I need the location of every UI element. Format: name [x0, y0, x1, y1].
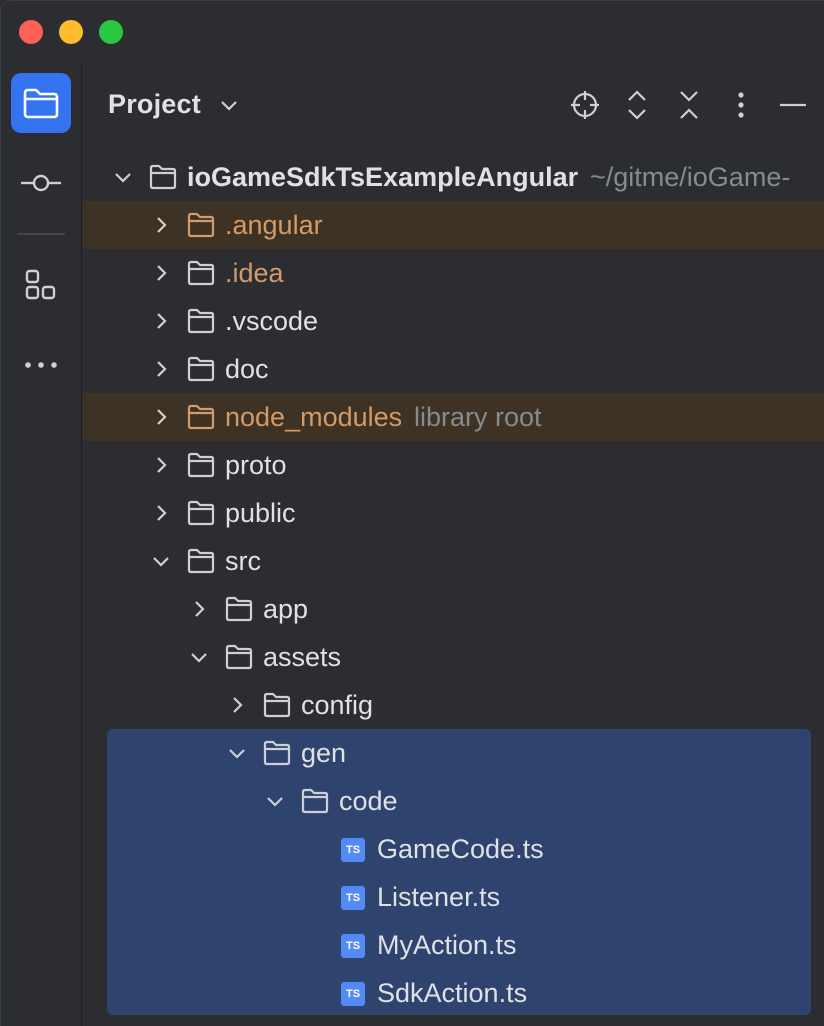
folder-icon	[187, 500, 215, 526]
folder-icon	[263, 740, 291, 766]
tree-item-label: SdkAction.ts	[377, 978, 528, 1008]
tree-item-label: src	[225, 546, 261, 576]
close-window-button[interactable]	[19, 20, 43, 44]
expand-all-icon	[628, 90, 646, 120]
tree-item-folder[interactable]: .vscode	[83, 297, 824, 345]
tree-item-folder[interactable]: .idea	[83, 249, 824, 297]
tree-item-label: proto	[225, 450, 287, 480]
locate-button[interactable]	[565, 85, 605, 125]
chevron-down-icon[interactable]	[219, 95, 239, 115]
tree-root[interactable]: ioGameSdkTsExampleAngular ~/gitme/ioGame-	[83, 153, 824, 201]
title-bar	[1, 1, 824, 63]
chevron-down-icon[interactable]	[265, 791, 285, 811]
tree-item-hint: ~/gitme/ioGame-	[590, 162, 791, 192]
tree-item-folder[interactable]: code	[83, 777, 824, 825]
commit-tool-button[interactable]	[11, 153, 71, 213]
more-icon	[25, 362, 57, 368]
tree-item-label: app	[263, 594, 309, 624]
tree-item-label: public	[225, 498, 296, 528]
project-panel: Project ioGameSdkTsExampleAngular ~/gitm…	[83, 63, 824, 1026]
folder-icon	[187, 548, 215, 574]
chevron-right-icon[interactable]	[151, 311, 171, 331]
folder-icon	[225, 644, 253, 670]
chevron-down-icon[interactable]	[113, 167, 133, 187]
collapse-all-icon	[680, 91, 698, 119]
tree-item-label: gen	[301, 738, 347, 768]
tree-item-label: assets	[263, 642, 342, 672]
chevron-down-icon[interactable]	[189, 647, 209, 667]
structure-tool-button[interactable]	[11, 255, 71, 315]
typescript-file-icon: TS	[341, 838, 365, 862]
panel-title[interactable]: Project	[108, 89, 201, 120]
chevron-right-icon[interactable]	[151, 455, 171, 475]
tree-item-hint: library root	[414, 402, 542, 432]
tree-item-file[interactable]: TS SdkAction.ts	[83, 969, 824, 1017]
chevron-right-icon[interactable]	[151, 359, 171, 379]
folder-icon	[187, 452, 215, 478]
hide-panel-button[interactable]	[773, 85, 813, 125]
tree-item-folder[interactable]: assets	[83, 633, 824, 681]
tree-item-file[interactable]: TS MyAction.ts	[83, 921, 824, 969]
tool-window-stripe	[1, 63, 82, 1026]
folder-icon	[187, 404, 215, 430]
folder-icon	[301, 788, 329, 814]
tree-item-label: config	[301, 690, 374, 720]
folder-icon	[187, 260, 215, 286]
stripe-divider	[17, 233, 65, 235]
tree-item-folder[interactable]: config	[83, 681, 824, 729]
tree-item-folder[interactable]: proto	[83, 441, 824, 489]
typescript-file-icon: TS	[341, 886, 365, 910]
options-icon	[738, 92, 744, 118]
tree-item-label: .idea	[225, 258, 284, 288]
typescript-file-icon: TS	[341, 934, 365, 958]
more-tools-button[interactable]	[11, 335, 71, 395]
folder-icon	[187, 308, 215, 334]
tree-item-label: ioGameSdkTsExampleAngular	[187, 162, 579, 192]
tree-item-label: Listener.ts	[377, 882, 501, 912]
chevron-right-icon[interactable]	[151, 407, 171, 427]
ide-window: Project ioGameSdkTsExampleAngular ~/gitm…	[0, 0, 824, 1026]
folder-icon	[187, 212, 215, 238]
folder-icon	[187, 356, 215, 382]
zoom-window-button[interactable]	[99, 20, 123, 44]
options-button[interactable]	[721, 85, 761, 125]
tree-item-label: .vscode	[225, 306, 319, 336]
chevron-right-icon[interactable]	[151, 503, 171, 523]
chevron-right-icon[interactable]	[227, 695, 247, 715]
folder-icon	[149, 164, 177, 190]
hide-icon	[780, 103, 806, 107]
tree-item-label: code	[339, 786, 398, 816]
project-tool-button[interactable]	[11, 73, 71, 133]
tree-item-folder[interactable]: public	[83, 489, 824, 537]
chevron-right-icon[interactable]	[151, 215, 171, 235]
chevron-down-icon[interactable]	[151, 551, 171, 571]
tree-item-folder[interactable]: node_modules library root	[83, 393, 824, 441]
tree-item-file[interactable]: TS GameCode.ts	[83, 825, 824, 873]
chevron-right-icon[interactable]	[189, 599, 209, 619]
folder-icon	[263, 692, 291, 718]
structure-icon	[25, 269, 56, 300]
locate-icon	[571, 91, 599, 119]
tree-item-label: GameCode.ts	[377, 834, 544, 864]
tree-item-folder[interactable]: app	[83, 585, 824, 633]
folder-icon	[23, 88, 59, 119]
tree-item-label: node_modules	[225, 402, 403, 432]
panel-header: Project	[83, 63, 824, 147]
tree-item-label: .angular	[225, 210, 323, 240]
commit-icon	[21, 174, 61, 192]
tree-item-folder[interactable]: gen	[83, 729, 824, 777]
typescript-file-icon: TS	[341, 982, 365, 1006]
tree-item-file[interactable]: TS Listener.ts	[83, 873, 824, 921]
tree-item-folder[interactable]: src	[83, 537, 824, 585]
chevron-right-icon[interactable]	[151, 263, 171, 283]
tree-item-label: MyAction.ts	[377, 930, 517, 960]
chevron-down-icon[interactable]	[227, 743, 247, 763]
tree-item-label: doc	[225, 354, 269, 384]
collapse-all-button[interactable]	[669, 85, 709, 125]
minimize-window-button[interactable]	[59, 20, 83, 44]
expand-all-button[interactable]	[617, 85, 657, 125]
tree-item-folder[interactable]: doc	[83, 345, 824, 393]
tree-item-folder[interactable]: .angular	[83, 201, 824, 249]
folder-icon	[225, 596, 253, 622]
